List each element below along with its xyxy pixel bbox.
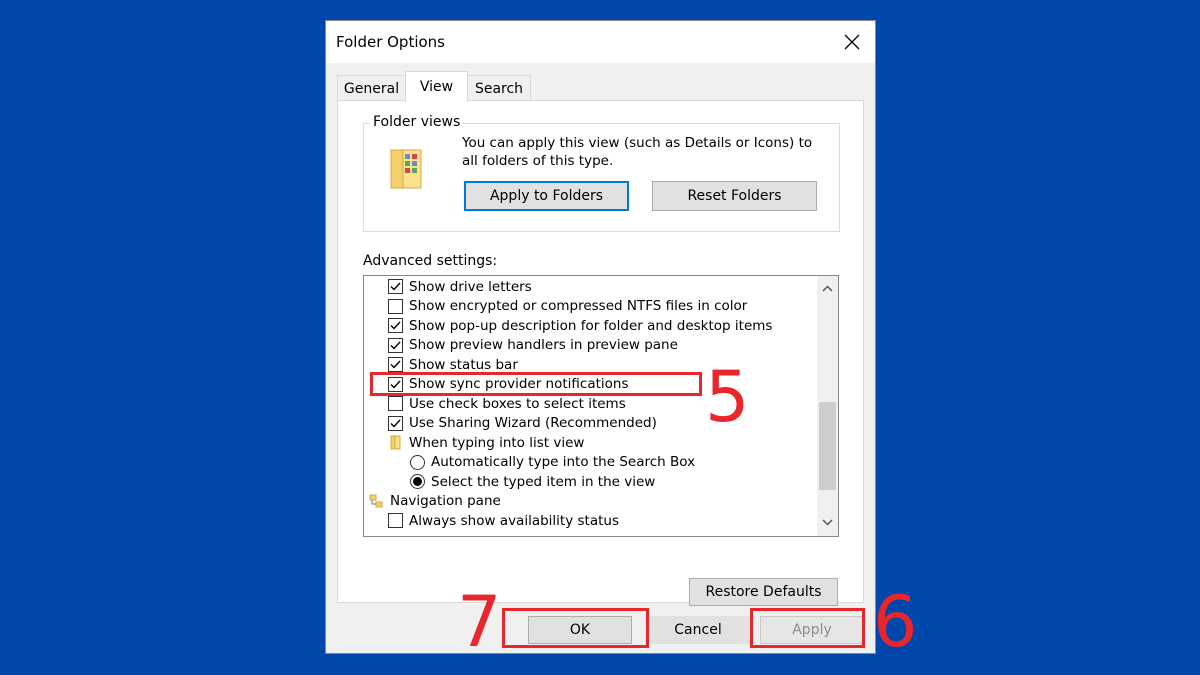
setting-use-sharing-wizard[interactable]: Use Sharing Wizard (Recommended) xyxy=(388,414,657,434)
navigation-pane-icon xyxy=(369,494,383,508)
apply-to-folders-button[interactable]: Apply to Folders xyxy=(464,181,629,211)
checkbox[interactable] xyxy=(388,396,403,412)
checkmark-icon xyxy=(390,380,401,389)
annotation-number-5: 5 xyxy=(705,356,750,438)
setting-show-status-bar[interactable]: Show status bar xyxy=(388,355,518,375)
radio-selected-dot xyxy=(413,477,422,487)
setting-label: Show drive letters xyxy=(409,278,532,295)
list-scrollbar[interactable] xyxy=(817,276,838,536)
chevron-up-icon xyxy=(822,284,833,292)
folder-options-dialog: Folder Options General View Search Folde… xyxy=(325,20,876,654)
setting-label: Use check boxes to select items xyxy=(409,395,626,412)
folder-views-group: Folder views You can apply this view (su… xyxy=(363,114,840,232)
scroll-thumb[interactable] xyxy=(819,402,836,490)
radio-button[interactable] xyxy=(410,474,425,490)
checkbox[interactable] xyxy=(388,318,403,334)
checkmark-icon xyxy=(390,282,401,291)
scroll-up-button[interactable] xyxy=(817,278,838,298)
advanced-settings-label: Advanced settings: xyxy=(363,253,498,269)
view-tab-panel: Folder views You can apply this view (su… xyxy=(337,100,864,606)
folder-icon xyxy=(390,435,401,450)
checkbox[interactable] xyxy=(388,337,403,353)
scroll-down-button[interactable] xyxy=(817,512,838,532)
setting-label: Show preview handlers in preview pane xyxy=(409,337,678,354)
setting-label: Show status bar xyxy=(409,356,518,373)
setting-label: Show pop-up description for folder and d… xyxy=(409,317,773,334)
checkmark-icon xyxy=(390,419,401,428)
close-button[interactable] xyxy=(835,27,869,57)
setting-label: Show sync provider notifications xyxy=(409,376,629,393)
setting-label: Automatically type into the Search Box xyxy=(431,454,696,471)
folder-views-icon xyxy=(390,149,422,189)
window-title: Folder Options xyxy=(336,33,445,51)
setting-group-typing-into-list-view: When typing into list view xyxy=(388,433,584,453)
tab-search[interactable]: Search xyxy=(467,75,531,101)
checkmark-icon xyxy=(390,341,401,350)
tab-general[interactable]: General xyxy=(337,75,406,101)
setting-show-encrypted-ntfs-color[interactable]: Show encrypted or compressed NTFS files … xyxy=(388,297,747,317)
folder-views-label: Folder views xyxy=(370,114,464,130)
setting-show-preview-handlers[interactable]: Show preview handlers in preview pane xyxy=(388,336,678,356)
checkbox[interactable] xyxy=(388,279,403,295)
annotation-number-7: 7 xyxy=(457,581,502,663)
radio-button[interactable] xyxy=(410,454,425,470)
reset-folders-button[interactable]: Reset Folders xyxy=(652,181,817,211)
cancel-button[interactable]: Cancel xyxy=(646,616,750,644)
setting-category-navigation-pane: Navigation pane xyxy=(369,492,501,512)
setting-label: Show encrypted or compressed NTFS files … xyxy=(409,298,748,315)
tab-strip: General View Search xyxy=(337,71,867,102)
setting-always-show-availability[interactable]: Always show availability status xyxy=(388,511,619,531)
advanced-settings-list[interactable]: Show drive letters Show encrypted or com… xyxy=(363,275,839,537)
close-icon xyxy=(844,34,860,50)
setting-label: Always show availability status xyxy=(409,512,619,529)
checkbox[interactable] xyxy=(388,513,403,529)
ok-button[interactable]: OK xyxy=(528,616,632,644)
annotation-number-6: 6 xyxy=(873,581,918,663)
checkmark-icon xyxy=(390,321,401,330)
folder-views-description: You can apply this view (such as Details… xyxy=(462,135,813,169)
setting-show-sync-provider-notifications[interactable]: Show sync provider notifications xyxy=(388,375,629,395)
setting-auto-type-search-box[interactable]: Automatically type into the Search Box xyxy=(410,453,695,473)
setting-use-check-boxes[interactable]: Use check boxes to select items xyxy=(388,394,626,414)
title-bar: Folder Options xyxy=(326,21,875,63)
checkbox[interactable] xyxy=(388,298,403,314)
setting-label: When typing into list view xyxy=(409,434,585,451)
setting-label: Use Sharing Wizard (Recommended) xyxy=(409,415,657,432)
checkmark-icon xyxy=(390,360,401,369)
checkbox[interactable] xyxy=(388,357,403,373)
setting-show-drive-letters[interactable]: Show drive letters xyxy=(388,277,532,297)
restore-defaults-button[interactable]: Restore Defaults xyxy=(689,578,838,606)
setting-label: Select the typed item in the view xyxy=(431,473,656,490)
setting-show-popup-description[interactable]: Show pop-up description for folder and d… xyxy=(388,316,772,336)
checkbox[interactable] xyxy=(388,415,403,431)
apply-button[interactable]: Apply xyxy=(760,616,864,644)
chevron-down-icon xyxy=(822,518,833,526)
tab-view[interactable]: View xyxy=(405,71,468,102)
setting-label: Navigation pane xyxy=(390,493,501,510)
checkbox[interactable] xyxy=(388,376,403,392)
setting-select-typed-item[interactable]: Select the typed item in the view xyxy=(410,472,655,492)
